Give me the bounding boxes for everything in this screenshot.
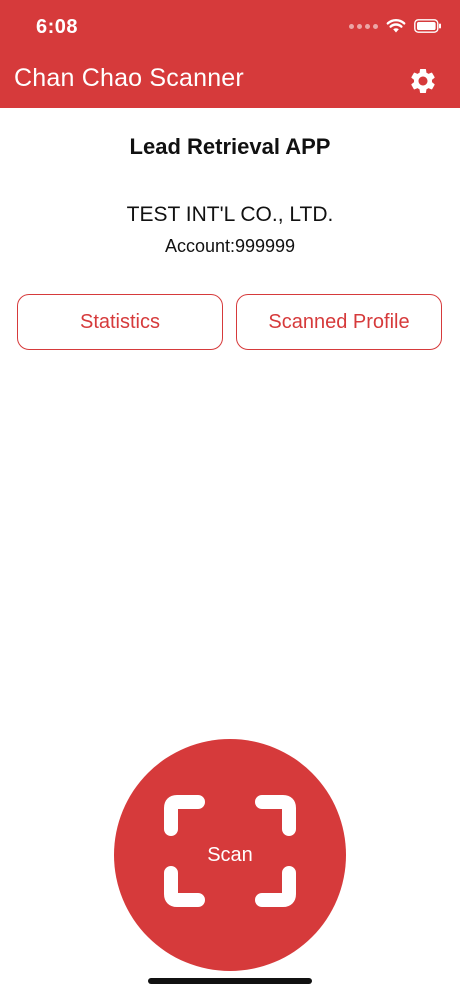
- gear-icon: [411, 69, 435, 93]
- company-name: TEST INT'L CO., LTD.: [126, 203, 334, 226]
- battery-icon: [414, 19, 441, 33]
- home-indicator: [148, 978, 312, 984]
- account-number: Account:999999: [164, 236, 296, 256]
- statistics-button[interactable]: Statistics: [17, 294, 223, 350]
- wifi-icon: [386, 19, 406, 33]
- status-time: 6:08: [36, 16, 79, 38]
- app-screen: 6:08 Chan Chao Scanner Lead Retrieval AP…: [0, 0, 460, 996]
- scan-label: Scan: [207, 844, 253, 866]
- cellular-signal-icon: [349, 23, 378, 29]
- scan-button[interactable]: Scan: [114, 739, 346, 971]
- settings-button[interactable]: [408, 66, 438, 96]
- page-heading: Lead Retrieval APP: [129, 134, 331, 159]
- scanned-profile-button[interactable]: Scanned Profile: [236, 294, 442, 350]
- status-icons: [349, 18, 442, 34]
- app-title: Chan Chao Scanner: [14, 64, 244, 92]
- app-header: 6:08 Chan Chao Scanner: [0, 0, 460, 108]
